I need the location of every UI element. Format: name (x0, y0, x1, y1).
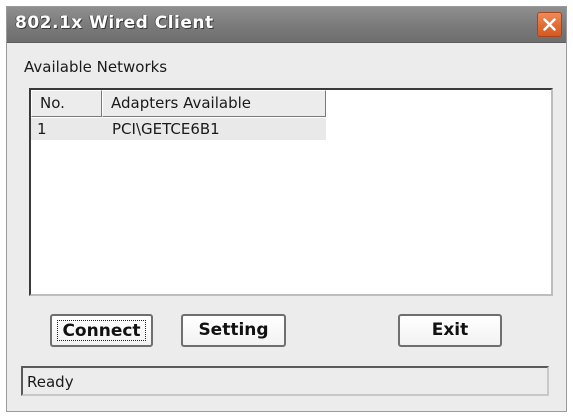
connect-button-label: Connect (62, 321, 141, 341)
setting-button-label: Setting (198, 320, 269, 340)
setting-button[interactable]: Setting (181, 314, 286, 347)
column-header-no[interactable]: No. (31, 90, 102, 117)
networks-list[interactable]: No. Adapters Available 1 PCI\GETCE6B1 (29, 88, 553, 296)
row-adapter: PCI\GETCE6B1 (112, 120, 220, 138)
exit-button[interactable]: Exit (398, 314, 502, 347)
list-item[interactable]: 1 PCI\GETCE6B1 (31, 118, 326, 140)
available-networks-label: Available Networks (24, 58, 168, 76)
status-text: Ready (27, 373, 74, 391)
window-title: 802.1x Wired Client (15, 13, 214, 33)
close-icon (543, 18, 556, 31)
connect-button[interactable]: Connect (50, 314, 153, 347)
list-header: No. Adapters Available (31, 90, 326, 117)
row-no: 1 (37, 120, 47, 138)
title-bar[interactable]: 802.1x Wired Client (7, 7, 566, 43)
close-button[interactable] (537, 12, 562, 37)
connect-focus-ring: Connect (57, 320, 146, 341)
column-header-adapters[interactable]: Adapters Available (102, 90, 326, 117)
status-bar: Ready (21, 366, 549, 396)
exit-button-label: Exit (431, 320, 469, 340)
